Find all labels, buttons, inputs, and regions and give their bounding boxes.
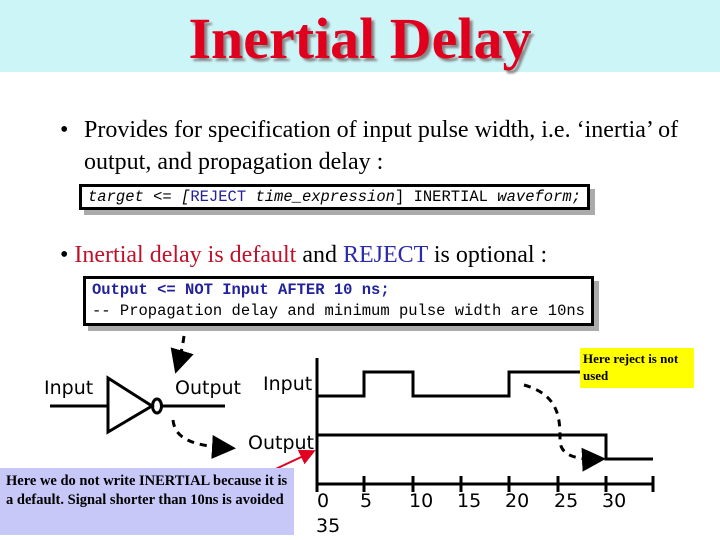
dashed-arrow-code-to-gate [170,335,194,374]
tick-label: 5 [360,490,373,512]
timing-output-label: Output [248,432,314,454]
tick-label: 0 [317,490,330,512]
note-inertial-default: Here we do not write INERTIAL because it… [0,468,294,535]
timing-input-label: Input [263,373,313,395]
note-reject-not-used: Here reject is not used [580,348,694,388]
output-waveform [317,433,653,461]
gate-bubble [151,397,163,415]
dashed-arrow-input-to-output [523,383,606,472]
tick-label: 25 [554,490,579,512]
gate-triangle [106,375,155,435]
gate-output-label: Output [175,377,241,399]
slide: Inertial Delay • Provides for specificat… [0,0,720,540]
diagram [50,335,655,523]
dashed-arrow-gate-to-output [171,419,236,459]
gate-input-label: Input [44,377,94,399]
tick-label: 30 [602,490,627,512]
tick-label: 20 [505,490,530,512]
tick-label-35: 35 [316,515,341,537]
tick-label: 10 [409,490,434,512]
tick-label: 15 [457,490,482,512]
